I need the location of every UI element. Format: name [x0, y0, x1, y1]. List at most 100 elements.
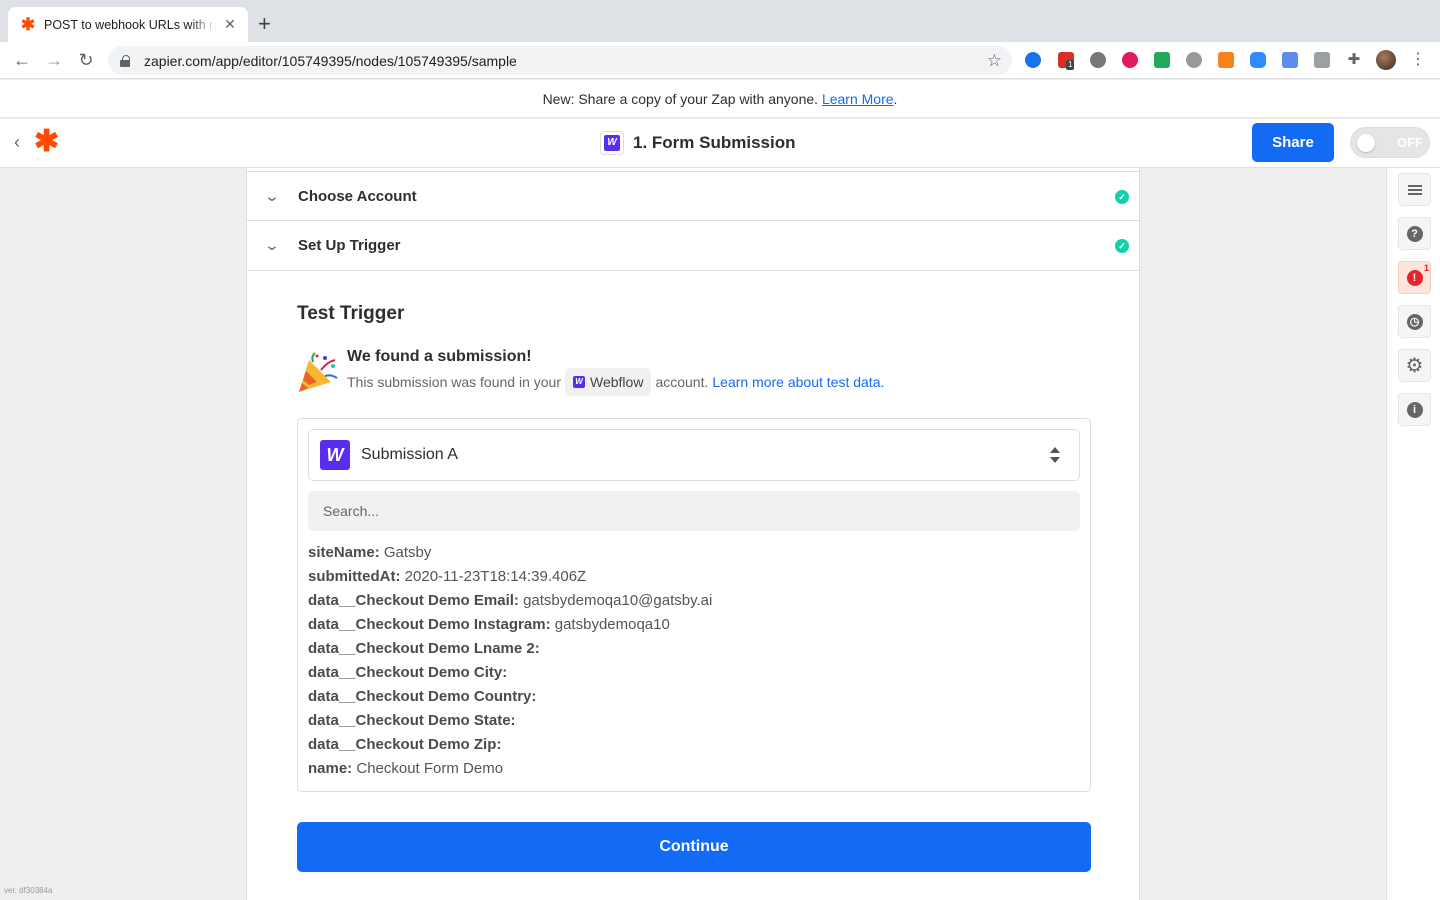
sample-field-row: data__Checkout Demo Country: — [308, 685, 712, 709]
check-complete-icon: ✓ — [1115, 239, 1129, 253]
field-key: name: — [308, 760, 353, 777]
learn-more-link[interactable]: Learn More — [822, 91, 894, 107]
zapier-favicon-icon: ✱ — [20, 14, 36, 34]
webflow-app-chip: W Webflow — [565, 368, 652, 396]
back-chevron-icon[interactable]: ‹ — [14, 132, 20, 153]
webflow-icon: W — [573, 376, 585, 388]
sample-data-box: W Submission A siteName: Gatsbysubmitted… — [297, 418, 1091, 792]
sample-fields: siteName: Gatsby submittedAt: 2020-11-23T… — [308, 541, 712, 781]
extension-10-icon[interactable] — [1314, 52, 1330, 68]
field-key: data__Checkout Demo State: — [308, 712, 516, 729]
zapier-logo-icon[interactable]: ✱ — [34, 127, 59, 157]
test-trigger-heading: Test Trigger — [297, 303, 405, 324]
alert-count: 1 — [1423, 263, 1429, 273]
field-value: 2020-11-23T18:14:39.406Z — [404, 568, 587, 585]
field-key: siteName: — [308, 544, 380, 561]
learn-test-data-link[interactable]: Learn more about test data. — [712, 374, 884, 390]
sample-field-row: data__Checkout Demo Lname 2: — [308, 637, 712, 661]
forward-arrow-icon[interactable]: → — [42, 49, 66, 73]
bookmark-star-icon[interactable]: ☆ — [987, 51, 1002, 71]
extension-9-icon[interactable] — [1282, 52, 1298, 68]
help-button[interactable]: ? — [1398, 217, 1431, 250]
help-icon: ? — [1406, 225, 1423, 242]
extension-badge: 1 — [1066, 60, 1075, 70]
sample-field-row: data__Checkout Demo Email: gatsbydemoqa1… — [308, 589, 712, 613]
field-key: data__Checkout Demo City: — [308, 664, 508, 681]
browser-tab[interactable]: ✱ POST to webhook URLs with new Webflow … — [8, 7, 248, 42]
share-button[interactable]: Share — [1252, 123, 1334, 162]
section-set-up-trigger[interactable]: ⌄ Set Up Trigger ✓ — [247, 221, 1139, 271]
history-button[interactable]: ◷ — [1398, 305, 1431, 338]
browser-toolbar: ← → ↻ zapier.com/app/editor/105749395/no… — [0, 42, 1440, 79]
sample-field-row: data__Checkout Demo State: — [308, 709, 712, 733]
submission-select[interactable]: W Submission A — [308, 429, 1080, 481]
app-name: Webflow — [590, 374, 644, 390]
extension-8-icon[interactable] — [1250, 52, 1266, 68]
field-key: data__Checkout Demo Email: — [308, 592, 519, 609]
found-suffix: account. — [655, 374, 709, 390]
info-button[interactable]: i — [1398, 393, 1431, 426]
browser-menu-icon[interactable]: ⋮ — [1410, 50, 1426, 70]
party-popper-icon — [299, 352, 338, 392]
tab-title: POST to webhook URLs with new Webflow fo… — [44, 17, 216, 32]
new-tab-icon[interactable]: + — [258, 12, 271, 36]
field-key: data__Checkout Demo Country: — [308, 688, 537, 705]
field-key: data__Checkout Demo Instagram: — [308, 616, 551, 633]
toggle-label: OFF — [1397, 135, 1423, 150]
chevron-down-icon: ⌄ — [263, 187, 281, 204]
alerts-button[interactable]: ! 1 — [1398, 261, 1431, 294]
editor-header: ‹ ✱ W 1. Form Submission Share OFF — [0, 119, 1440, 168]
section-choose-account[interactable]: ⌄ Choose Account ✓ — [247, 171, 1139, 221]
browser-tab-strip: ✱ POST to webhook URLs with new Webflow … — [0, 0, 1440, 42]
address-bar[interactable]: zapier.com/app/editor/105749395/nodes/10… — [108, 46, 1012, 75]
sample-field-row: submittedAt: 2020-11-23T18:14:39.406Z — [308, 565, 712, 589]
back-arrow-icon[interactable]: ← — [10, 49, 34, 73]
announcement-banner: New: Share a copy of your Zap with anyon… — [0, 80, 1440, 118]
field-key: submittedAt: — [308, 568, 401, 585]
field-key: data__Checkout Demo Zip: — [308, 736, 502, 753]
check-complete-icon: ✓ — [1115, 190, 1129, 204]
extension-5-icon[interactable] — [1154, 52, 1170, 68]
chevron-down-icon: ⌄ — [263, 237, 281, 253]
sample-field-row: data__Checkout Demo Zip: — [308, 733, 712, 757]
extension-6-icon[interactable] — [1186, 52, 1202, 68]
select-arrows-icon — [1049, 446, 1061, 464]
webflow-logo-icon: W — [320, 440, 350, 470]
close-tab-icon[interactable]: ✕ — [222, 16, 238, 33]
field-value: Checkout Form Demo — [356, 760, 504, 777]
found-description: This submission was found in your W Webfl… — [347, 368, 884, 396]
extension-7-icon[interactable] — [1218, 52, 1234, 68]
zap-on-off-toggle[interactable]: OFF — [1350, 127, 1430, 158]
webflow-app-icon: W — [600, 131, 624, 155]
reload-icon[interactable]: ↻ — [74, 49, 98, 73]
sample-field-row: name: Checkout Form Demo — [308, 757, 712, 781]
right-sidebar: ? ! 1 ◷ ⚙ i — [1386, 168, 1440, 900]
banner-text: New: Share a copy of your Zap with anyon… — [542, 91, 822, 107]
extensions-puzzle-icon[interactable]: ✚ — [1346, 52, 1362, 68]
extension-3-icon[interactable] — [1090, 52, 1106, 68]
settings-button[interactable]: ⚙ — [1398, 349, 1431, 382]
extension-4-icon[interactable] — [1122, 52, 1138, 68]
section-label: Set Up Trigger — [298, 237, 401, 254]
section-label: Choose Account — [298, 187, 417, 205]
step-title: W 1. Form Submission — [600, 131, 795, 155]
continue-button[interactable]: Continue — [297, 822, 1091, 872]
found-prefix: This submission was found in your — [347, 374, 561, 390]
step-panel: ⌄ Choose Account ✓ ⌄ Set Up Trigger ✓ Te… — [246, 168, 1140, 900]
selected-submission: Submission A — [361, 446, 458, 463]
extension-1-icon[interactable] — [1025, 52, 1041, 68]
banner-trail: . — [893, 91, 898, 107]
sample-field-row: data__Checkout Demo City: — [308, 661, 712, 685]
info-icon: i — [1406, 401, 1423, 418]
profile-avatar[interactable] — [1376, 50, 1396, 70]
step-title-text: 1. Form Submission — [633, 133, 796, 152]
extension-2-icon[interactable]: 1 — [1058, 52, 1075, 70]
field-value: gatsbydemoqa10 — [554, 616, 670, 633]
sample-field-row: siteName: Gatsby — [308, 541, 712, 565]
history-icon: ◷ — [1406, 313, 1423, 330]
found-submission-heading: We found a submission! — [347, 348, 532, 365]
details-button[interactable] — [1398, 173, 1431, 206]
version-label: ver. df30384a — [4, 886, 53, 895]
settings-icon: ⚙ — [1405, 354, 1424, 377]
search-input[interactable] — [308, 491, 1080, 531]
